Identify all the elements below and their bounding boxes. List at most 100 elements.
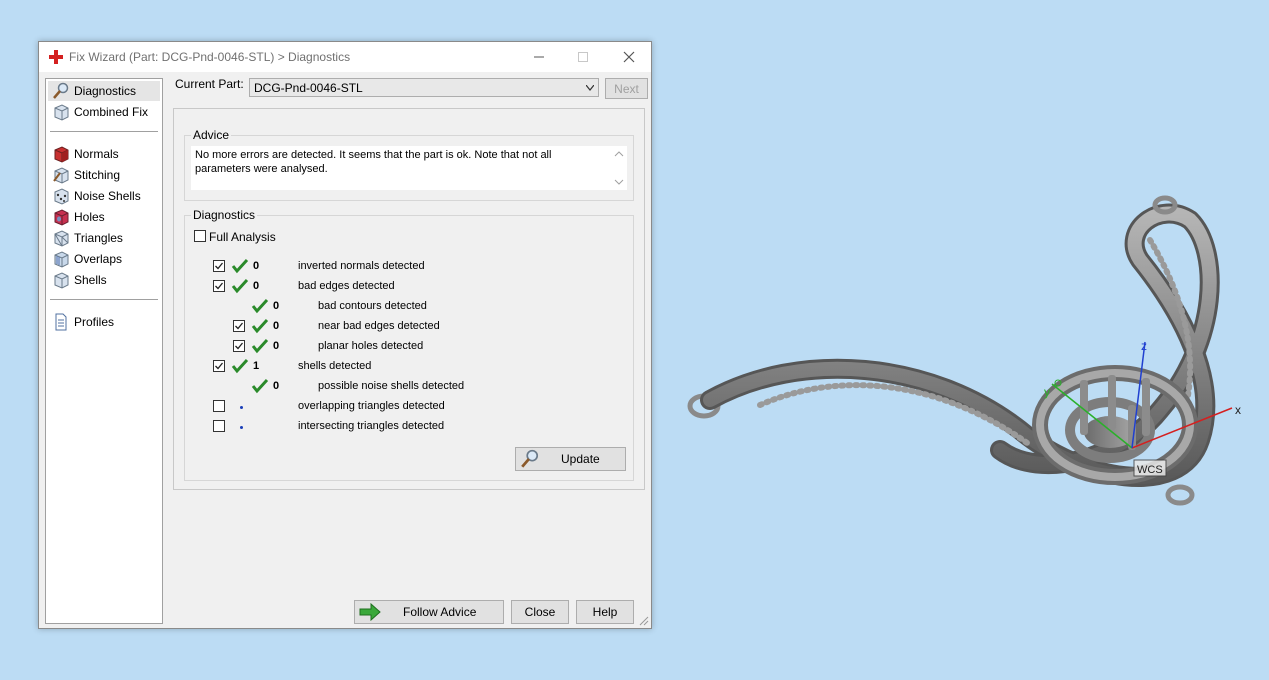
sidebar-item-combined-fix[interactable]: Combined Fix xyxy=(48,102,160,122)
red-cross-icon xyxy=(49,50,63,64)
row-count: 0 xyxy=(253,280,260,292)
sidebar-item-label: Normals xyxy=(74,147,119,161)
check-icon xyxy=(251,338,269,354)
row-count: 0 xyxy=(273,340,280,352)
scroll-arrows-icon xyxy=(614,151,624,185)
row-label: planar holes detected xyxy=(318,340,424,352)
row-label: possible noise shells detected xyxy=(318,380,465,392)
resize-grip-icon[interactable] xyxy=(639,616,649,626)
sidebar-item-overlaps[interactable]: Overlaps xyxy=(48,249,160,269)
row-checkbox[interactable] xyxy=(213,280,225,292)
status-dot xyxy=(240,426,243,429)
sidebar-item-label: Combined Fix xyxy=(74,105,149,119)
row-checkbox[interactable] xyxy=(213,400,225,412)
triangles-cube-icon xyxy=(54,230,69,247)
close-window-button[interactable] xyxy=(607,42,651,72)
sidebar-item-normals[interactable]: Normals xyxy=(48,144,160,164)
sidebar-item-label: Diagnostics xyxy=(74,84,137,98)
arrow-right-icon xyxy=(359,603,381,621)
main-panel: Advice No more errors are detected. It s… xyxy=(173,108,645,490)
row-count: 1 xyxy=(253,360,260,372)
divider xyxy=(50,299,158,300)
maximize-icon xyxy=(578,52,588,62)
row-label: intersecting triangles detected xyxy=(298,420,445,432)
next-button[interactable]: Next xyxy=(605,78,648,99)
row-checkbox[interactable] xyxy=(213,360,225,372)
check-icon xyxy=(231,278,249,294)
sidebar-item-triangles[interactable]: Triangles xyxy=(48,228,160,248)
sidebar-item-noise-shells[interactable]: Noise Shells xyxy=(48,186,160,206)
sidebar-item-label: Overlaps xyxy=(74,252,123,266)
pendant-model: x y z WCS xyxy=(687,195,1241,506)
current-part-dropdown[interactable]: DCG-Pnd-0046-STL xyxy=(249,78,599,97)
normals-cube-icon xyxy=(54,146,69,163)
row-count: 0 xyxy=(253,260,260,272)
close-button[interactable]: Close xyxy=(511,600,569,624)
title-bar[interactable]: Fix Wizard (Part: DCG-Pnd-0046-STL) > Di… xyxy=(39,42,651,72)
advice-scrollbar[interactable] xyxy=(611,146,627,190)
row-count: 0 xyxy=(273,300,280,312)
diagnostics-title: Diagnostics xyxy=(191,208,258,222)
diagnostics-group: Diagnostics Full Analysis 0 inverted nor… xyxy=(184,208,634,481)
check-icon xyxy=(251,318,269,334)
follow-advice-button[interactable]: Follow Advice xyxy=(354,600,504,624)
row-label: near bad edges detected xyxy=(318,320,440,332)
window-title: Fix Wizard (Part: DCG-Pnd-0046-STL) > Di… xyxy=(69,50,351,64)
document-icon xyxy=(55,313,67,331)
sidebar-item-stitching[interactable]: Stitching xyxy=(48,165,160,185)
update-button[interactable]: Update xyxy=(515,447,626,471)
row-count: 0 xyxy=(273,380,280,392)
sidebar-item-label: Noise Shells xyxy=(74,189,141,203)
advice-title: Advice xyxy=(191,128,232,142)
help-button[interactable]: Help xyxy=(576,600,634,624)
sidebar-item-label: Holes xyxy=(74,210,105,224)
maximize-button[interactable] xyxy=(561,42,605,72)
minimize-icon xyxy=(534,56,544,58)
sidebar: Diagnostics Combined Fix Normals Stitchi… xyxy=(45,78,163,624)
row-label: shells detected xyxy=(298,360,372,372)
sidebar-item-label: Shells xyxy=(74,273,107,287)
z-axis-label: z xyxy=(1141,339,1147,353)
noise-shells-icon xyxy=(54,188,69,205)
check-icon xyxy=(251,378,269,394)
full-analysis-label: Full Analysis xyxy=(209,230,276,244)
close-icon xyxy=(623,51,635,63)
minimize-button[interactable] xyxy=(517,42,561,72)
row-label: overlapping triangles detected xyxy=(298,400,445,412)
holes-cube-icon xyxy=(54,209,69,226)
check-icon xyxy=(231,258,249,274)
divider xyxy=(50,131,158,132)
row-count: 0 xyxy=(273,320,280,332)
sidebar-item-holes[interactable]: Holes xyxy=(48,207,160,227)
current-part-label: Current Part: xyxy=(175,77,244,91)
row-label: inverted normals detected xyxy=(298,260,425,272)
row-checkbox[interactable] xyxy=(213,260,225,272)
row-label: bad edges detected xyxy=(298,280,395,292)
shells-cube-icon xyxy=(54,272,69,289)
row-checkbox[interactable] xyxy=(213,420,225,432)
sidebar-item-label: Triangles xyxy=(74,231,123,245)
row-label: bad contours detected xyxy=(318,300,427,312)
y-axis-label: y xyxy=(1044,385,1050,399)
sidebar-item-label: Profiles xyxy=(74,315,115,329)
sidebar-item-shells[interactable]: Shells xyxy=(48,270,160,290)
check-icon xyxy=(231,358,249,374)
full-analysis-checkbox[interactable] xyxy=(194,230,206,242)
sidebar-item-diagnostics[interactable]: Diagnostics xyxy=(48,81,160,101)
cube-icon xyxy=(54,104,69,121)
status-dot xyxy=(240,406,243,409)
update-label: Update xyxy=(561,452,600,466)
magnifier-icon xyxy=(521,449,539,468)
advice-group: Advice No more errors are detected. It s… xyxy=(184,128,634,201)
advice-textbox[interactable]: No more errors are detected. It seems th… xyxy=(191,146,627,190)
magnifier-icon xyxy=(53,82,69,99)
current-part-value: DCG-Pnd-0046-STL xyxy=(254,81,363,95)
x-axis-label: x xyxy=(1235,403,1241,417)
sidebar-item-label: Stitching xyxy=(74,168,121,182)
advice-text: No more errors are detected. It seems th… xyxy=(195,149,552,175)
stitching-cube-icon xyxy=(53,167,69,184)
row-checkbox[interactable] xyxy=(233,320,245,332)
row-checkbox[interactable] xyxy=(233,340,245,352)
sidebar-item-profiles[interactable]: Profiles xyxy=(48,312,160,332)
3d-viewport[interactable]: x y z WCS xyxy=(660,160,1260,560)
